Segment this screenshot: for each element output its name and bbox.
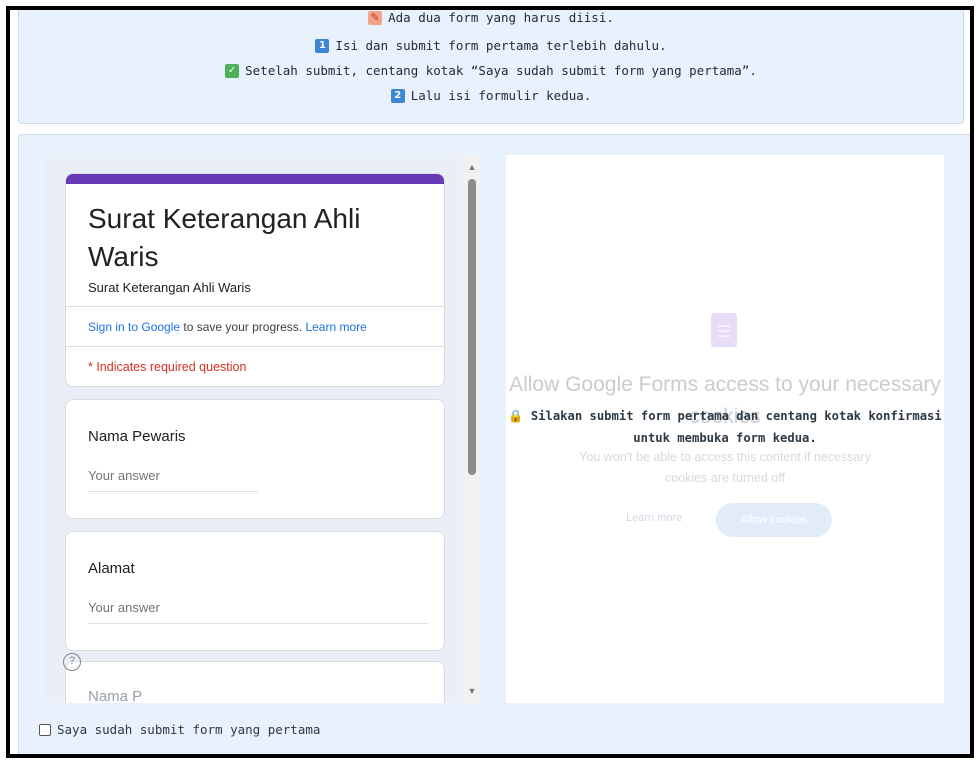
lock-icon: 🔒 xyxy=(508,409,524,423)
question-label: Alamat xyxy=(88,560,135,577)
learn-more-link[interactable]: Learn more xyxy=(305,320,366,334)
confirm-submit-row[interactable]: Saya sudah submit form yang pertama xyxy=(39,722,320,737)
signin-notice: Sign in to Google to save your progress.… xyxy=(88,320,367,334)
google-forms-icon xyxy=(711,313,737,347)
form-description: Surat Keterangan Ahli Waris xyxy=(88,280,251,295)
question-card-partial: Nama P xyxy=(65,661,445,703)
question-card-alamat: Alamat Your answer xyxy=(65,531,445,651)
instruction-line-1: ✎ Ada dua form yang harus diisi. xyxy=(19,10,963,25)
lock-message-line-1: Silakan submit form pertama dan centang … xyxy=(530,409,942,423)
instruction-text-3: Setelah submit, centang kotak “Saya suda… xyxy=(245,63,757,78)
scrollbar-thumb[interactable] xyxy=(468,179,476,475)
keycap-2-icon: 2 xyxy=(390,88,405,103)
form-scrollbar[interactable]: ▲ ▼ xyxy=(463,155,481,703)
confirm-checkbox[interactable] xyxy=(39,723,51,736)
cookie-learn-more-link: Learn more xyxy=(626,512,683,524)
confirm-label[interactable]: Saya sudah submit form yang pertama xyxy=(57,722,320,737)
form-accent-bar xyxy=(66,174,444,184)
first-form-embed[interactable]: Surat Keterangan Ahli Waris Surat Ketera… xyxy=(43,155,481,703)
required-note: * Indicates required question xyxy=(88,360,247,374)
question-card-nama-pewaris: Nama Pewaris Your answer xyxy=(65,399,445,519)
scroll-down-arrow-icon[interactable]: ▼ xyxy=(463,683,481,699)
scroll-up-arrow-icon[interactable]: ▲ xyxy=(463,159,481,175)
question-circle-icon[interactable]: ? xyxy=(63,653,81,671)
form-title: Surat Keterangan Ahli Waris xyxy=(88,203,361,272)
divider xyxy=(66,346,444,347)
instruction-line-3: ✓ Setelah submit, centang kotak “Saya su… xyxy=(19,63,963,78)
instruction-line-4: 2 Lalu isi formulir kedua. xyxy=(19,88,963,103)
sign-in-link[interactable]: Sign in to Google xyxy=(88,320,180,334)
cookie-notice-subtitle: You won't be able to access this content… xyxy=(579,450,871,485)
signin-text: to save your progress. xyxy=(180,320,306,334)
instruction-text-2: Isi dan submit form pertama terlebih dah… xyxy=(335,38,667,53)
question-label: Nama Pewaris xyxy=(88,428,186,445)
question-label: Nama P xyxy=(88,688,143,703)
lock-message: 🔒 Silakan submit form pertama dan centan… xyxy=(506,405,944,449)
answer-input[interactable]: Your answer xyxy=(88,468,258,492)
browser-viewport: ✎ Ada dua form yang harus diisi. 1 Isi d… xyxy=(6,6,974,758)
lock-message-line-2: untuk membuka form kedua. xyxy=(633,431,817,445)
instructions-banner: ✎ Ada dua form yang harus diisi. 1 Isi d… xyxy=(18,10,964,124)
instruction-text-4: Lalu isi formulir kedua. xyxy=(410,88,592,103)
memo-icon: ✎ xyxy=(368,10,383,25)
allow-cookies-button: Allow cookies xyxy=(716,503,832,537)
second-form-locked-panel: Allow Google Forms access to your necess… xyxy=(506,155,944,703)
instruction-text-1: Ada dua form yang harus diisi. xyxy=(388,10,614,25)
answer-input[interactable]: Your answer xyxy=(88,600,428,624)
form-header-card: Surat Keterangan Ahli Waris Surat Ketera… xyxy=(65,173,445,387)
instruction-line-2: 1 Isi dan submit form pertama terlebih d… xyxy=(19,38,963,53)
keycap-1-icon: 1 xyxy=(315,38,330,53)
divider xyxy=(66,306,444,307)
forms-panel: Surat Keterangan Ahli Waris Surat Ketera… xyxy=(18,134,970,754)
check-mark-button-icon: ✓ xyxy=(225,63,240,78)
